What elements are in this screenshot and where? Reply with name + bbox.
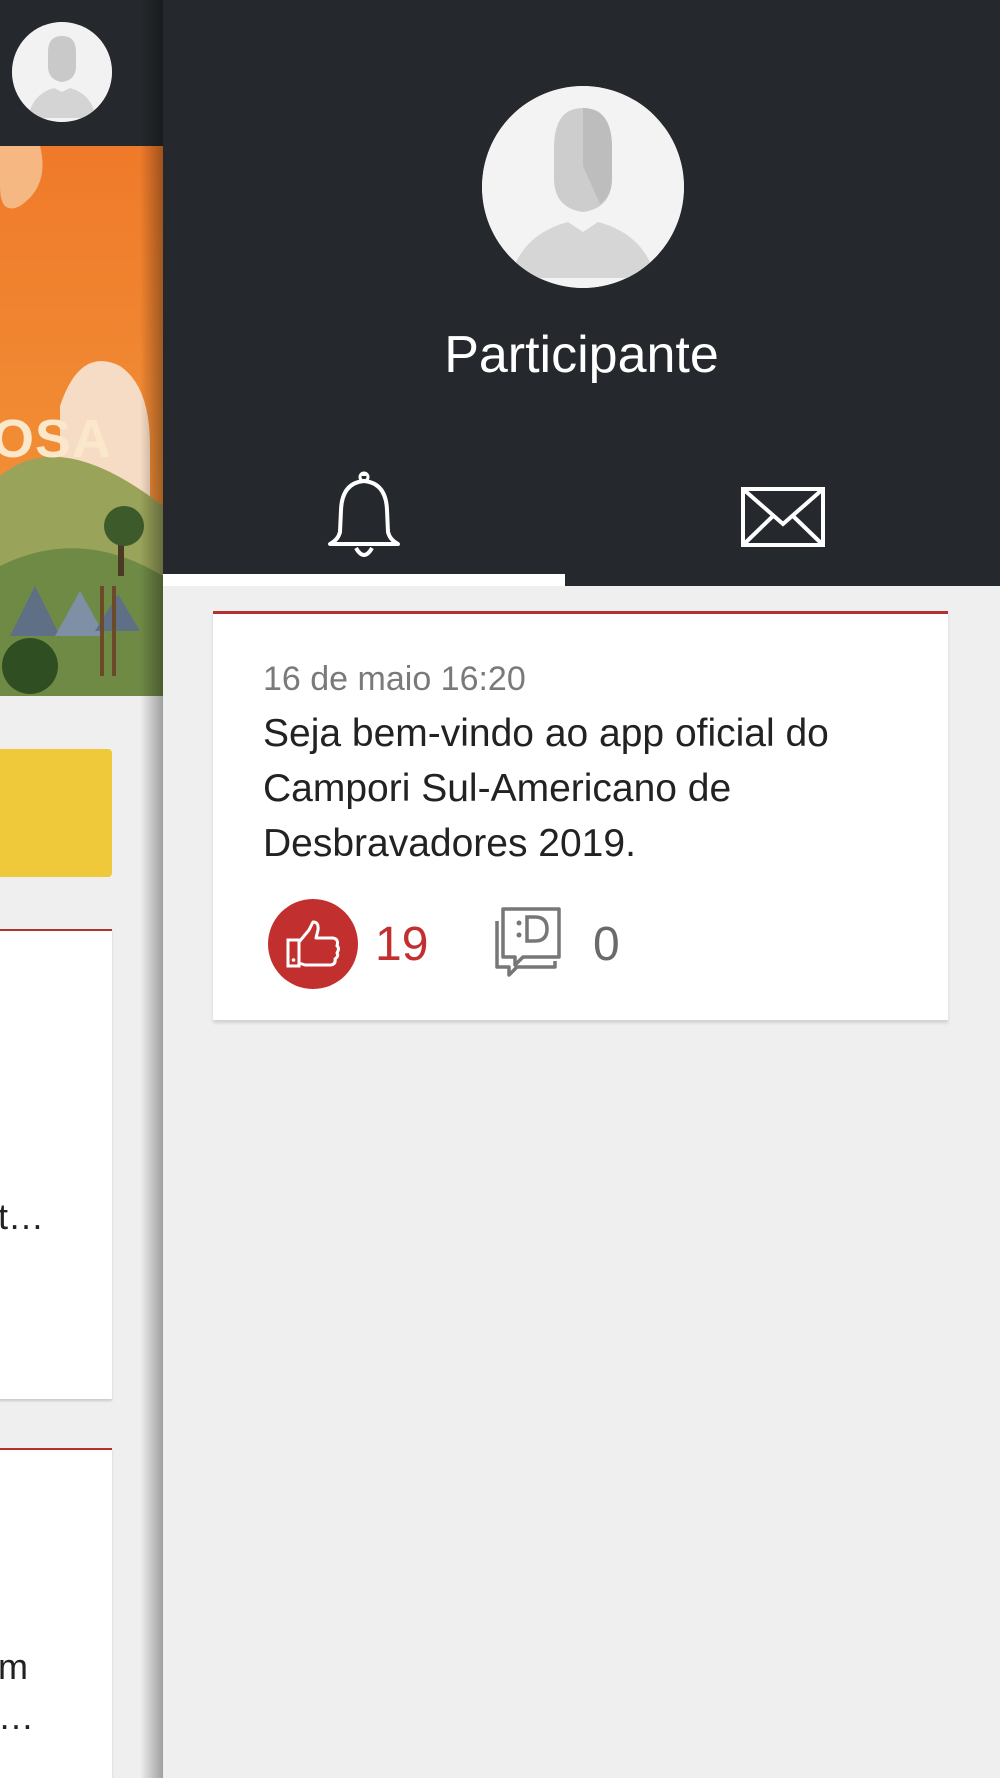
background-action-button[interactable]	[0, 749, 112, 877]
notification-date: 16 de maio 16:20	[263, 660, 526, 698]
background-card-snippet: t…	[0, 1196, 45, 1237]
bell-icon	[328, 471, 400, 557]
drawer-header: Participante	[163, 0, 1000, 586]
user-silhouette-icon	[12, 22, 112, 122]
comment-button[interactable]	[493, 905, 567, 979]
profile-name: Participante	[444, 326, 719, 384]
user-silhouette-icon	[482, 86, 684, 288]
background-avatar[interactable]	[12, 22, 112, 122]
like-count: 19	[375, 918, 429, 971]
thumbs-up-icon	[286, 920, 340, 968]
notification-text: Seja bem-vindo ao app oficial do Campori…	[263, 712, 829, 865]
active-tab-indicator	[163, 574, 565, 586]
profile-avatar[interactable]	[482, 86, 684, 288]
background-card-snippet: …	[0, 1696, 34, 1737]
tab-messages[interactable]	[565, 456, 1000, 586]
comment-bubbles-icon	[495, 907, 561, 977]
background-screen: OSA t… m …	[0, 0, 163, 1778]
drawer-shadow	[140, 0, 164, 1778]
notifications-drawer: Participante 16 de maio 16:20 Seja bem-v…	[163, 0, 1000, 1778]
background-feed-card[interactable]: t…	[0, 929, 112, 1399]
background-feed-card[interactable]: m …	[0, 1448, 112, 1778]
like-button[interactable]	[268, 899, 358, 989]
comment-count: 0	[593, 918, 620, 971]
background-card-snippet: m	[0, 1646, 28, 1687]
envelope-icon	[740, 487, 825, 547]
event-banner[interactable]: OSA	[0, 146, 163, 696]
banner-title-text: OSA	[0, 409, 113, 469]
background-header	[0, 0, 163, 146]
notification-card[interactable]: 16 de maio 16:20 Seja bem-vindo ao app o…	[213, 611, 948, 1020]
tab-notifications[interactable]	[163, 456, 565, 586]
